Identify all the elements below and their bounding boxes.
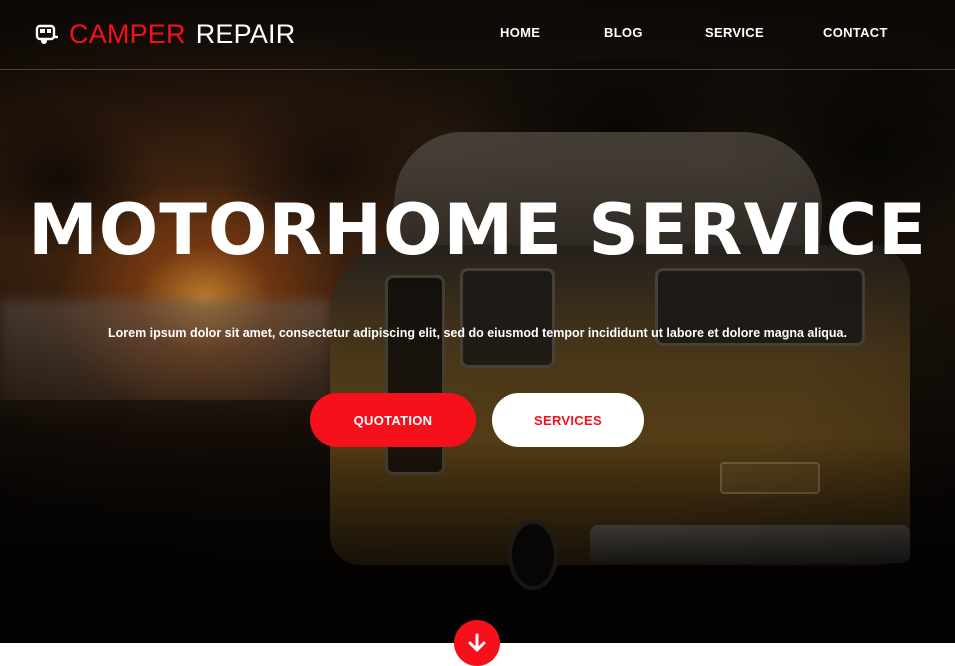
- scroll-down-button[interactable]: [454, 620, 500, 666]
- hero-description: Lorem ipsum dolor sit amet, consectetur …: [107, 326, 847, 340]
- nav-item-contact[interactable]: CONTACT: [823, 25, 888, 40]
- arrow-down-icon: [468, 633, 486, 652]
- site-header: CAMPER REPAIR HOME BLOG SERVICE CONTACT: [0, 0, 955, 70]
- quotation-button[interactable]: QUOTATION: [310, 393, 476, 447]
- hero-section: CAMPER REPAIR HOME BLOG SERVICE CONTACT …: [0, 0, 955, 643]
- main-nav: HOME BLOG SERVICE CONTACT: [0, 25, 955, 45]
- nav-item-service[interactable]: SERVICE: [705, 25, 764, 40]
- nav-item-blog[interactable]: BLOG: [604, 25, 643, 40]
- nav-item-home[interactable]: HOME: [500, 25, 540, 40]
- services-button[interactable]: SERVICES: [492, 393, 644, 447]
- hero-title: MOTORHOME SERVICE: [28, 189, 927, 271]
